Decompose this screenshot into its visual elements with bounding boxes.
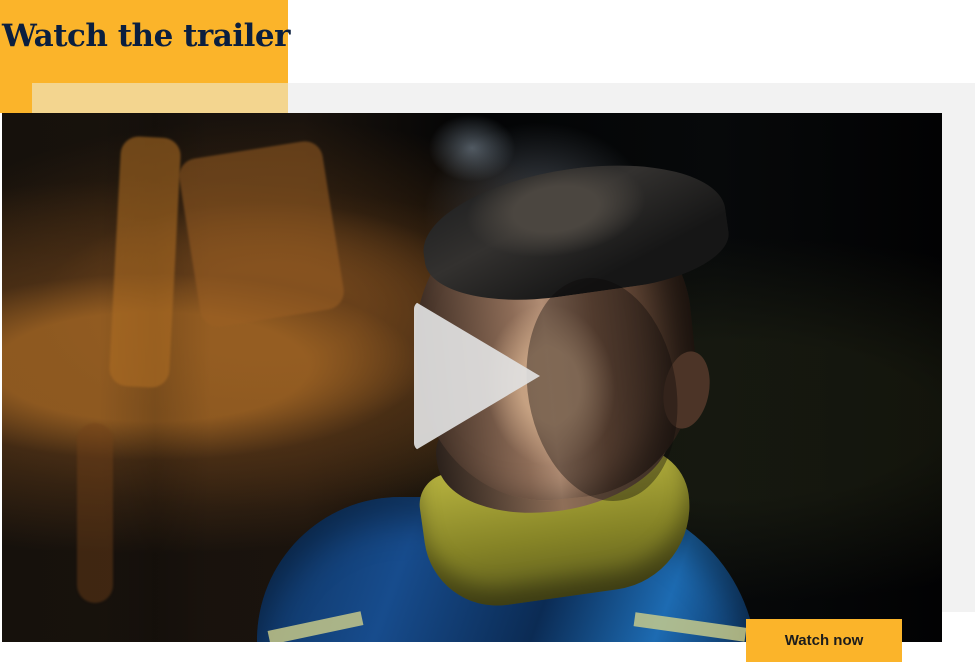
- watch-now-button[interactable]: Watch now: [746, 619, 902, 662]
- page-title: Watch the trailer: [2, 18, 290, 54]
- pale-yellow-strip: [32, 83, 288, 113]
- trailer-section: Watch the trailer Watch now: [0, 0, 975, 668]
- trailer-video[interactable]: [2, 113, 942, 642]
